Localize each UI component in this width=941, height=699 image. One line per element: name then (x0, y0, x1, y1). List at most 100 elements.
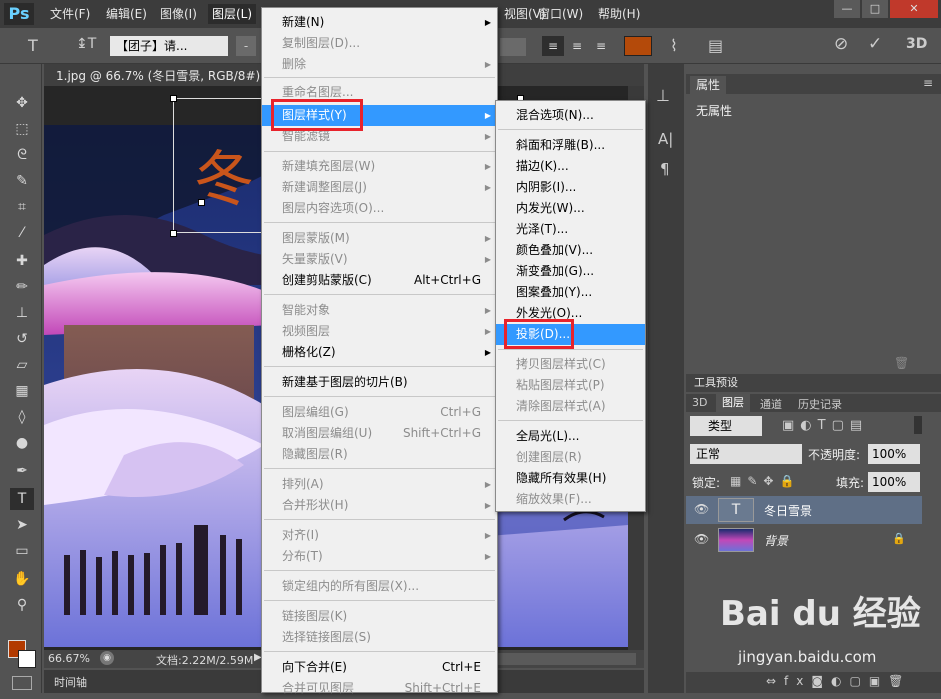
menu-item-new-adjustment-layer[interactable]: 新建调整图层(J) ▶ (262, 177, 497, 198)
cancel-icon[interactable]: ⊘ (834, 34, 848, 54)
menu-item-ungroup-layers[interactable]: 取消图层编组(U) Shift+Ctrl+G (262, 423, 497, 444)
healing-brush-tool-icon[interactable]: ✚ (10, 250, 34, 272)
pen-tool-icon[interactable]: ✒ (10, 460, 34, 482)
properties-tab[interactable]: 属性 (690, 76, 727, 94)
submenu-item-bevel-emboss[interactable]: 斜面和浮雕(B)... (496, 135, 645, 156)
close-button[interactable]: ✕ (890, 0, 938, 18)
tab-3d[interactable]: 3D (692, 396, 707, 409)
timeline-tab[interactable]: 时间轴 (54, 674, 87, 690)
submenu-item-clear-layer-style[interactable]: 清除图层样式(A) (496, 396, 645, 417)
submenu-item-gradient-overlay[interactable]: 渐变叠加(G)... (496, 261, 645, 282)
character-panel-icon[interactable]: A| (658, 130, 673, 148)
align-left-icon[interactable]: ≡ (542, 36, 564, 56)
type-tool-icon[interactable]: T (10, 488, 34, 510)
layer-actions-icons[interactable]: ⇔fx◙◐▢▣🗑 (766, 674, 911, 688)
menu-item-new-fill-layer[interactable]: 新建填充图层(W) ▶ (262, 156, 497, 177)
menu-edit[interactable]: 编辑(E) (102, 4, 151, 24)
blur-tool-icon[interactable]: ◊ (10, 406, 34, 428)
submenu-item-scale-effects[interactable]: 缩放效果(F)... (496, 489, 645, 510)
tab-layers[interactable]: 图层 (716, 394, 750, 412)
menu-item-clipping-mask[interactable]: 创建剪贴蒙版(C) Alt+Ctrl+G (262, 270, 497, 291)
gradient-tool-icon[interactable]: ▦ (10, 380, 34, 402)
menu-item-align[interactable]: 对齐(I) ▶ (262, 525, 497, 546)
menu-item-rasterize[interactable]: 栅格化(Z) ▶ (262, 342, 497, 363)
transform-handle[interactable] (198, 199, 205, 206)
type-tool-icon[interactable]: T (28, 36, 38, 55)
eyedropper-tool-icon[interactable]: ⁄ (10, 222, 34, 244)
menu-item-vector-mask[interactable]: 矢量蒙版(V) ▶ (262, 249, 497, 270)
tab-channels[interactable]: 通道 (760, 396, 782, 412)
submenu-item-blending-options[interactable]: 混合选项(N)... (496, 105, 645, 126)
quick-mask-icon[interactable] (12, 676, 32, 690)
minimize-button[interactable]: — (834, 0, 860, 18)
text-color-swatch[interactable] (624, 36, 652, 56)
layer-comps-icon[interactable]: ⊥ (656, 86, 670, 105)
submenu-item-inner-shadow[interactable]: 内阴影(I)... (496, 177, 645, 198)
panels-toggle-icon[interactable]: ▤ (708, 36, 723, 55)
submenu-item-inner-glow[interactable]: 内发光(W)... (496, 198, 645, 219)
lock-icons[interactable]: ▦✎✥🔒 (730, 474, 800, 488)
marquee-tool-icon[interactable]: ⬚ (10, 118, 34, 140)
move-tool-icon[interactable]: ✥ (10, 92, 34, 114)
menu-item-distribute[interactable]: 分布(T) ▶ (262, 546, 497, 567)
layer-row[interactable]: 👁 背景 🔒 (686, 526, 922, 554)
menu-file[interactable]: 文件(F) (46, 4, 94, 24)
shape-tool-icon[interactable]: ▭ (10, 540, 34, 562)
align-center-icon[interactable]: ≡ (566, 36, 588, 56)
menu-item-merge-visible[interactable]: 合并可见图层 Shift+Ctrl+E (262, 678, 497, 699)
submenu-item-satin[interactable]: 光泽(T)... (496, 219, 645, 240)
background-color-swatch[interactable] (18, 650, 36, 668)
menu-item-new[interactable]: 新建(N) ▶ (262, 12, 497, 33)
visibility-eye-icon[interactable]: 👁 (694, 502, 709, 516)
menu-image[interactable]: 图像(I) (156, 4, 201, 24)
menu-item-merge-down[interactable]: 向下合并(E) Ctrl+E (262, 657, 497, 678)
align-right-icon[interactable]: ≡ (590, 36, 612, 56)
submenu-item-copy-layer-style[interactable]: 拷贝图层样式(C) (496, 354, 645, 375)
menu-item-arrange[interactable]: 排列(A) ▶ (262, 474, 497, 495)
maximize-button[interactable]: □ (862, 0, 888, 18)
menu-item-layer-content-options[interactable]: 图层内容选项(O)... (262, 198, 497, 219)
submenu-item-paste-layer-style[interactable]: 粘贴图层样式(P) (496, 375, 645, 396)
history-brush-tool-icon[interactable]: ↺ (10, 328, 34, 350)
lasso-tool-icon[interactable]: ᘓ (10, 144, 34, 166)
quick-select-tool-icon[interactable]: ✎ (10, 170, 34, 192)
layer-row[interactable]: 👁 T 冬日雪景 (686, 496, 922, 524)
menu-window[interactable]: 窗口(W) (534, 4, 587, 24)
submenu-item-hide-all-effects[interactable]: 隐藏所有效果(H) (496, 468, 645, 489)
path-select-tool-icon[interactable]: ➤ (10, 514, 34, 536)
menu-item-layer-mask[interactable]: 图层蒙版(M) ▶ (262, 228, 497, 249)
submenu-item-stroke[interactable]: 描边(K)... (496, 156, 645, 177)
opacity-input[interactable]: 100% (868, 444, 920, 464)
menu-help[interactable]: 帮助(H) (594, 4, 644, 24)
menu-item-new-layer-slice[interactable]: 新建基于图层的切片(B) (262, 372, 497, 393)
submenu-item-global-light[interactable]: 全局光(L)... (496, 426, 645, 447)
font-family-select[interactable]: 【团子】请... (110, 36, 228, 56)
menu-item-lock-all-layers[interactable]: 锁定组内的所有图层(X)... (262, 576, 497, 597)
clone-stamp-tool-icon[interactable]: ⊥ (10, 302, 34, 324)
commit-icon[interactable]: ✓ (868, 34, 882, 54)
font-size-select[interactable] (500, 38, 526, 56)
submenu-item-color-overlay[interactable]: 颜色叠加(V)... (496, 240, 645, 261)
menu-item-smart-object[interactable]: 智能对象 ▶ (262, 300, 497, 321)
menu-item-duplicate-layer[interactable]: 复制图层(D)... (262, 33, 497, 54)
menu-item-hide-layers[interactable]: 隐藏图层(R) (262, 444, 497, 465)
filter-icons[interactable]: ▣◐T▢▤ (782, 418, 868, 433)
hand-tool-icon[interactable]: ✋ (10, 568, 34, 590)
eraser-tool-icon[interactable]: ▱ (10, 354, 34, 376)
tool-presets-tab[interactable]: 工具预设 (690, 375, 742, 391)
zoom-level[interactable]: 66.67% (48, 652, 90, 665)
transform-handle[interactable] (170, 95, 177, 102)
menu-item-group-layers[interactable]: 图层编组(G) Ctrl+G (262, 402, 497, 423)
font-style-select[interactable]: - (236, 36, 256, 56)
zoom-tool-icon[interactable]: ⚲ (10, 594, 34, 616)
crop-tool-icon[interactable]: ⌗ (10, 196, 34, 218)
menu-item-link-layers[interactable]: 链接图层(K) (262, 606, 497, 627)
menu-item-select-linked-layers[interactable]: 选择链接图层(S) (262, 627, 497, 648)
layer-filter-select[interactable]: 类型 (690, 416, 762, 436)
menu-item-combine-shapes[interactable]: 合并形状(H) ▶ (262, 495, 497, 516)
menu-item-video-layers[interactable]: 视频图层 ▶ (262, 321, 497, 342)
text-orientation-icon[interactable]: ↨T (76, 36, 96, 52)
menu-layer[interactable]: 图层(L) (208, 4, 257, 24)
brush-tool-icon[interactable]: ✏ (10, 276, 34, 298)
panel-menu-icon[interactable]: ≡ (923, 76, 933, 90)
